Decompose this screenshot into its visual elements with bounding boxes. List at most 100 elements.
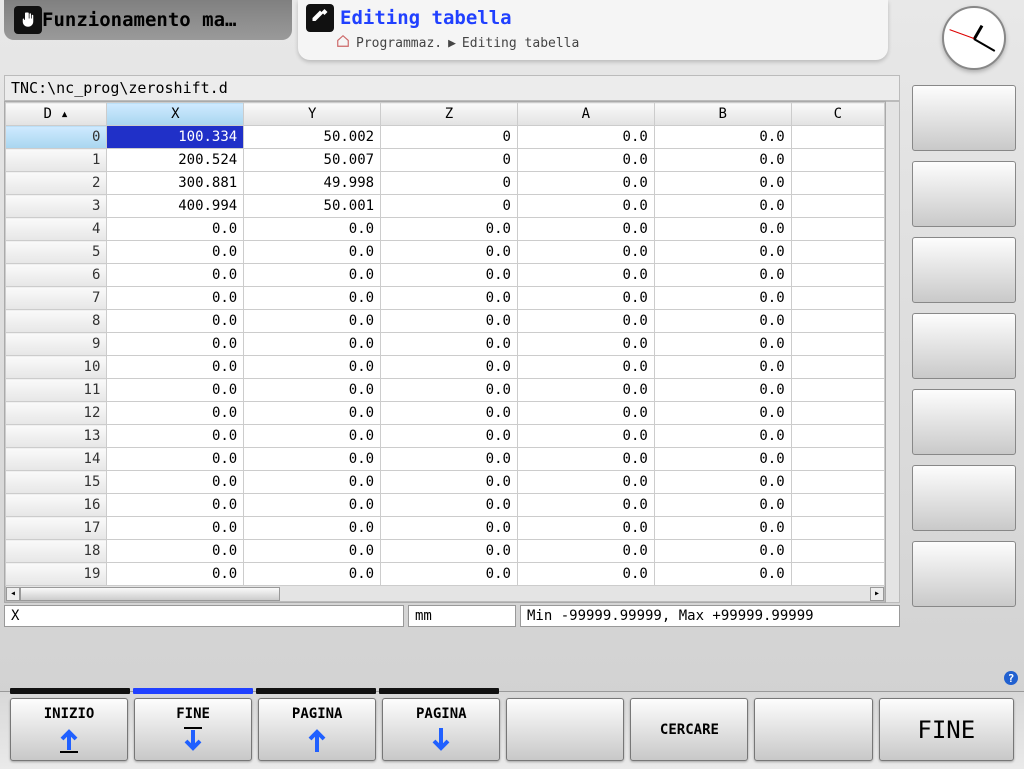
cell-x[interactable]: 0.0 (107, 310, 244, 333)
cell-x[interactable]: 0.0 (107, 471, 244, 494)
cell-y[interactable]: 0.0 (244, 563, 381, 586)
cell-c[interactable] (791, 356, 884, 379)
cell-d[interactable]: 13 (6, 425, 107, 448)
vsoftkey-6[interactable] (912, 465, 1016, 531)
cell-x[interactable]: 0.0 (107, 241, 244, 264)
cell-c[interactable] (791, 379, 884, 402)
cell-d[interactable]: 9 (6, 333, 107, 356)
cell-b[interactable]: 0.0 (654, 287, 791, 310)
cell-a[interactable]: 0.0 (517, 333, 654, 356)
cell-z[interactable]: 0 (381, 195, 518, 218)
cell-y[interactable]: 50.002 (244, 126, 381, 149)
cell-x[interactable]: 0.0 (107, 264, 244, 287)
softkey-inizio[interactable]: INIZIO (10, 698, 128, 761)
cell-a[interactable]: 0.0 (517, 356, 654, 379)
cell-a[interactable]: 0.0 (517, 379, 654, 402)
cell-z[interactable]: 0.0 (381, 425, 518, 448)
cell-b[interactable]: 0.0 (654, 241, 791, 264)
cell-y[interactable]: 0.0 (244, 448, 381, 471)
vertical-scrollbar[interactable] (886, 101, 900, 603)
cell-z[interactable]: 0.0 (381, 379, 518, 402)
column-header-b[interactable]: B (654, 103, 791, 126)
softkey-pagina-up[interactable]: PAGINA (258, 698, 376, 761)
cell-d[interactable]: 12 (6, 402, 107, 425)
cell-z[interactable]: 0.0 (381, 287, 518, 310)
cell-x[interactable]: 0.0 (107, 356, 244, 379)
cell-b[interactable]: 0.0 (654, 379, 791, 402)
cell-c[interactable] (791, 402, 884, 425)
cell-d[interactable]: 17 (6, 517, 107, 540)
vsoftkey-3[interactable] (912, 237, 1016, 303)
cell-x[interactable]: 0.0 (107, 287, 244, 310)
cell-d[interactable]: 8 (6, 310, 107, 333)
cell-y[interactable]: 0.0 (244, 333, 381, 356)
tab-table-editing[interactable]: Editing tabella Programmaz. ▶ Editing ta… (298, 0, 888, 60)
cell-y[interactable]: 0.0 (244, 287, 381, 310)
cell-a[interactable]: 0.0 (517, 471, 654, 494)
cell-c[interactable] (791, 494, 884, 517)
vsoftkey-2[interactable] (912, 161, 1016, 227)
cell-c[interactable] (791, 264, 884, 287)
cell-y[interactable]: 0.0 (244, 425, 381, 448)
softkey-page-strip[interactable] (10, 688, 499, 694)
cell-a[interactable]: 0.0 (517, 425, 654, 448)
cell-a[interactable]: 0.0 (517, 310, 654, 333)
cell-d[interactable]: 5 (6, 241, 107, 264)
cell-y[interactable]: 50.001 (244, 195, 381, 218)
cell-z[interactable]: 0.0 (381, 241, 518, 264)
cell-x[interactable]: 0.0 (107, 333, 244, 356)
cell-d[interactable]: 0 (6, 126, 107, 149)
scroll-right-icon[interactable]: ▸ (870, 587, 884, 601)
cell-c[interactable] (791, 172, 884, 195)
cell-y[interactable]: 0.0 (244, 471, 381, 494)
cell-c[interactable] (791, 241, 884, 264)
cell-x[interactable]: 300.881 (107, 172, 244, 195)
cell-c[interactable] (791, 448, 884, 471)
help-icon[interactable]: ? (1004, 671, 1018, 685)
cell-d[interactable]: 18 (6, 540, 107, 563)
cell-b[interactable]: 0.0 (654, 195, 791, 218)
cell-d[interactable]: 11 (6, 379, 107, 402)
cell-a[interactable]: 0.0 (517, 264, 654, 287)
cell-b[interactable]: 0.0 (654, 540, 791, 563)
softkey-cercare[interactable]: CERCARE (630, 698, 748, 761)
cell-x[interactable]: 100.334 (107, 126, 244, 149)
cell-a[interactable]: 0.0 (517, 540, 654, 563)
cell-z[interactable]: 0 (381, 172, 518, 195)
cell-b[interactable]: 0.0 (654, 448, 791, 471)
column-header-x[interactable]: X (107, 103, 244, 126)
cell-a[interactable]: 0.0 (517, 149, 654, 172)
horizontal-scrollbar[interactable]: ◂ ▸ (5, 586, 885, 602)
cell-x[interactable]: 200.524 (107, 149, 244, 172)
cell-z[interactable]: 0.0 (381, 517, 518, 540)
vsoftkey-5[interactable] (912, 389, 1016, 455)
table-row[interactable]: 190.00.00.00.00.0 (6, 563, 885, 586)
column-header-z[interactable]: Z (381, 103, 518, 126)
cell-a[interactable]: 0.0 (517, 494, 654, 517)
cell-c[interactable] (791, 333, 884, 356)
table-row[interactable]: 150.00.00.00.00.0 (6, 471, 885, 494)
cell-y[interactable]: 0.0 (244, 356, 381, 379)
cell-y[interactable]: 0.0 (244, 402, 381, 425)
cell-y[interactable]: 0.0 (244, 310, 381, 333)
cell-d[interactable]: 15 (6, 471, 107, 494)
table-row[interactable]: 60.00.00.00.00.0 (6, 264, 885, 287)
cell-c[interactable] (791, 218, 884, 241)
cell-z[interactable]: 0.0 (381, 471, 518, 494)
cell-c[interactable] (791, 540, 884, 563)
cell-z[interactable]: 0 (381, 126, 518, 149)
cell-x[interactable]: 0.0 (107, 517, 244, 540)
table-row[interactable]: 100.00.00.00.00.0 (6, 356, 885, 379)
table-row[interactable]: 1200.52450.00700.00.0 (6, 149, 885, 172)
cell-a[interactable]: 0.0 (517, 218, 654, 241)
cell-c[interactable] (791, 471, 884, 494)
cell-d[interactable]: 3 (6, 195, 107, 218)
cell-b[interactable]: 0.0 (654, 218, 791, 241)
column-header-c[interactable]: C (791, 103, 884, 126)
cell-a[interactable]: 0.0 (517, 517, 654, 540)
cell-a[interactable]: 0.0 (517, 287, 654, 310)
cell-z[interactable]: 0.0 (381, 218, 518, 241)
table-row[interactable]: 170.00.00.00.00.0 (6, 517, 885, 540)
cell-x[interactable]: 0.0 (107, 218, 244, 241)
cell-z[interactable]: 0.0 (381, 494, 518, 517)
